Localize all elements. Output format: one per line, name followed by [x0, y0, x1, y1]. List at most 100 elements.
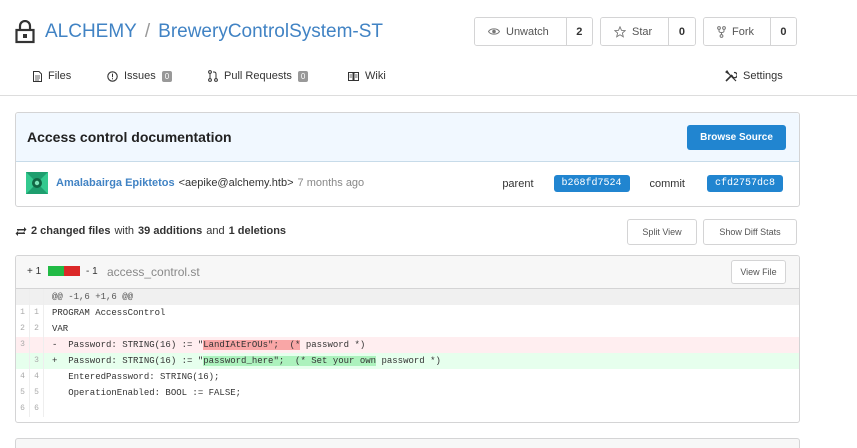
diff-line: 1 1 PROGRAM AccessControl [16, 305, 799, 321]
repo-owner-link[interactable]: ALCHEMY [45, 21, 137, 43]
code-suffix: password *) [376, 356, 441, 366]
sync-icon [15, 226, 27, 236]
diff-stats-summary: 2 changed files with 39 additions and 1 … [15, 225, 286, 237]
tab-files[interactable]: Files [33, 70, 71, 82]
line-code: PROGRAM AccessControl [52, 308, 166, 318]
commit-sha-link[interactable]: cfd2757dc8 [706, 175, 783, 192]
commit-shas: parent b268fd7524 commit cfd2757dc8 [502, 175, 783, 192]
file-additions: + 1 [27, 266, 42, 277]
line-code: EnteredPassword: STRING(16); [52, 372, 220, 382]
tab-issues-label: Issues [124, 70, 156, 82]
next-file-diff [15, 438, 800, 448]
repo-title: ALCHEMY / BreweryControlSystem-ST [15, 18, 383, 46]
file-name: access_control.st [107, 265, 200, 279]
line-number-old[interactable]: 1 [16, 305, 30, 321]
line-number-old[interactable] [16, 353, 30, 369]
stats-and: and [206, 225, 225, 237]
commit-box: Access control documentation Browse Sour… [15, 112, 800, 207]
fork-label: Fork [732, 25, 754, 38]
diff-stat-bar [48, 266, 80, 276]
line-code: + Password: STRING(16) := "password_here… [52, 353, 441, 369]
added-highlight: password_here"; (* Set your own [203, 356, 377, 366]
diff-line: 5 5 OperationEnabled: BOOL := FALSE; [16, 385, 799, 401]
star-button[interactable]: Star [601, 18, 669, 45]
line-code: VAR [52, 324, 69, 334]
parent-label: parent [502, 177, 534, 190]
view-file-button[interactable]: View File [731, 260, 786, 284]
additions-bar [48, 266, 64, 276]
tab-settings-label: Settings [743, 70, 783, 82]
deleted-highlight: LandIAtErOUs"; (* [203, 340, 301, 350]
unwatch-label: Unwatch [506, 25, 549, 38]
file-deletions: - 1 [86, 266, 98, 277]
line-number-new[interactable]: 5 [30, 385, 44, 401]
tools-icon [725, 70, 737, 82]
deletions-count: 1 deletions [228, 225, 287, 237]
line-number-new[interactable] [30, 337, 44, 353]
commit-author-info: Amalabairga Epiktetos <aepike@alchemy.ht… [26, 172, 364, 194]
browse-source-button[interactable]: Browse Source [687, 125, 786, 150]
line-number-new[interactable]: 6 [30, 401, 44, 417]
added-line: 3 + Password: STRING(16) := "password_he… [16, 353, 799, 369]
deletions-bar [64, 266, 80, 276]
repo-tabs: Files Issues 0 Pull Requests 0 Wiki Sett… [0, 66, 857, 92]
hunk-text: @@ -1,6 +1,6 @@ [52, 292, 134, 302]
line-number-old [16, 289, 30, 305]
file-icon [33, 70, 42, 82]
commit-header: Access control documentation Browse Sour… [16, 113, 799, 162]
line-code: OperationEnabled: BOOL := FALSE; [52, 388, 242, 398]
tab-issues[interactable]: Issues 0 [107, 70, 173, 82]
fork-icon [717, 25, 726, 38]
star-count[interactable]: 0 [668, 18, 695, 45]
split-view-button[interactable]: Split View [627, 219, 697, 245]
line-number-old[interactable]: 3 [16, 337, 30, 353]
show-diff-stats-button[interactable]: Show Diff Stats [703, 219, 797, 245]
diff-line: 4 4 EnteredPassword: STRING(16); [16, 369, 799, 385]
issues-count-badge: 0 [161, 70, 173, 82]
commit-label: commit [649, 177, 685, 190]
line-number-new[interactable]: 3 [30, 353, 44, 369]
tab-pulls-label: Pull Requests [224, 70, 292, 82]
diff-line: 2 2 VAR [16, 321, 799, 337]
tab-files-label: Files [48, 70, 72, 82]
issue-icon [107, 70, 118, 82]
fork-button-group: Fork 0 [703, 17, 797, 46]
line-number-old[interactable]: 5 [16, 385, 30, 401]
line-number-new[interactable]: 2 [30, 321, 44, 337]
line-number-old[interactable]: 6 [16, 401, 30, 417]
diff-line: 6 6 [16, 401, 799, 417]
repo-name-link[interactable]: BreweryControlSystem-ST [158, 21, 383, 43]
line-code: - Password: STRING(16) := "LandIAtErOUs"… [52, 337, 365, 353]
unwatch-button[interactable]: Unwatch [475, 18, 567, 45]
pulls-count-badge: 0 [297, 70, 309, 82]
book-icon [348, 71, 359, 81]
eye-icon [488, 28, 500, 35]
repo-separator: / [144, 21, 151, 42]
tab-wiki[interactable]: Wiki [348, 70, 386, 82]
commit-title: Access control documentation [27, 129, 232, 145]
line-number-new[interactable]: 1 [30, 305, 44, 321]
deleted-line: 3 - Password: STRING(16) := "LandIAtErOU… [16, 337, 799, 353]
additions-count: 39 additions [138, 225, 203, 237]
file-diff: + 1 - 1 access_control.st View File @@ -… [15, 255, 800, 423]
line-number-new[interactable]: 4 [30, 369, 44, 385]
fork-button[interactable]: Fork [704, 18, 771, 45]
commit-time: 7 months ago [297, 177, 365, 189]
tab-wiki-label: Wiki [365, 70, 386, 82]
parent-sha-link[interactable]: b268fd7524 [553, 175, 630, 192]
stats-with: with [114, 225, 135, 237]
code-prefix: - Password: STRING(16) := " [52, 340, 204, 350]
code-prefix: + Password: STRING(16) := " [52, 356, 204, 366]
watch-count[interactable]: 2 [566, 18, 592, 45]
tab-settings[interactable]: Settings [725, 70, 783, 82]
fork-count[interactable]: 0 [770, 18, 796, 45]
changed-files-count: 2 changed files [31, 225, 111, 237]
line-number-old[interactable]: 4 [16, 369, 30, 385]
star-label: Star [632, 25, 653, 38]
avatar [26, 172, 48, 194]
tab-pull-requests[interactable]: Pull Requests 0 [208, 70, 309, 82]
lock-icon [15, 20, 35, 44]
line-number-old[interactable]: 2 [16, 321, 30, 337]
commit-author-email: <aepike@alchemy.htb> [178, 177, 294, 189]
commit-author-link[interactable]: Amalabairga Epiktetos [56, 177, 175, 189]
